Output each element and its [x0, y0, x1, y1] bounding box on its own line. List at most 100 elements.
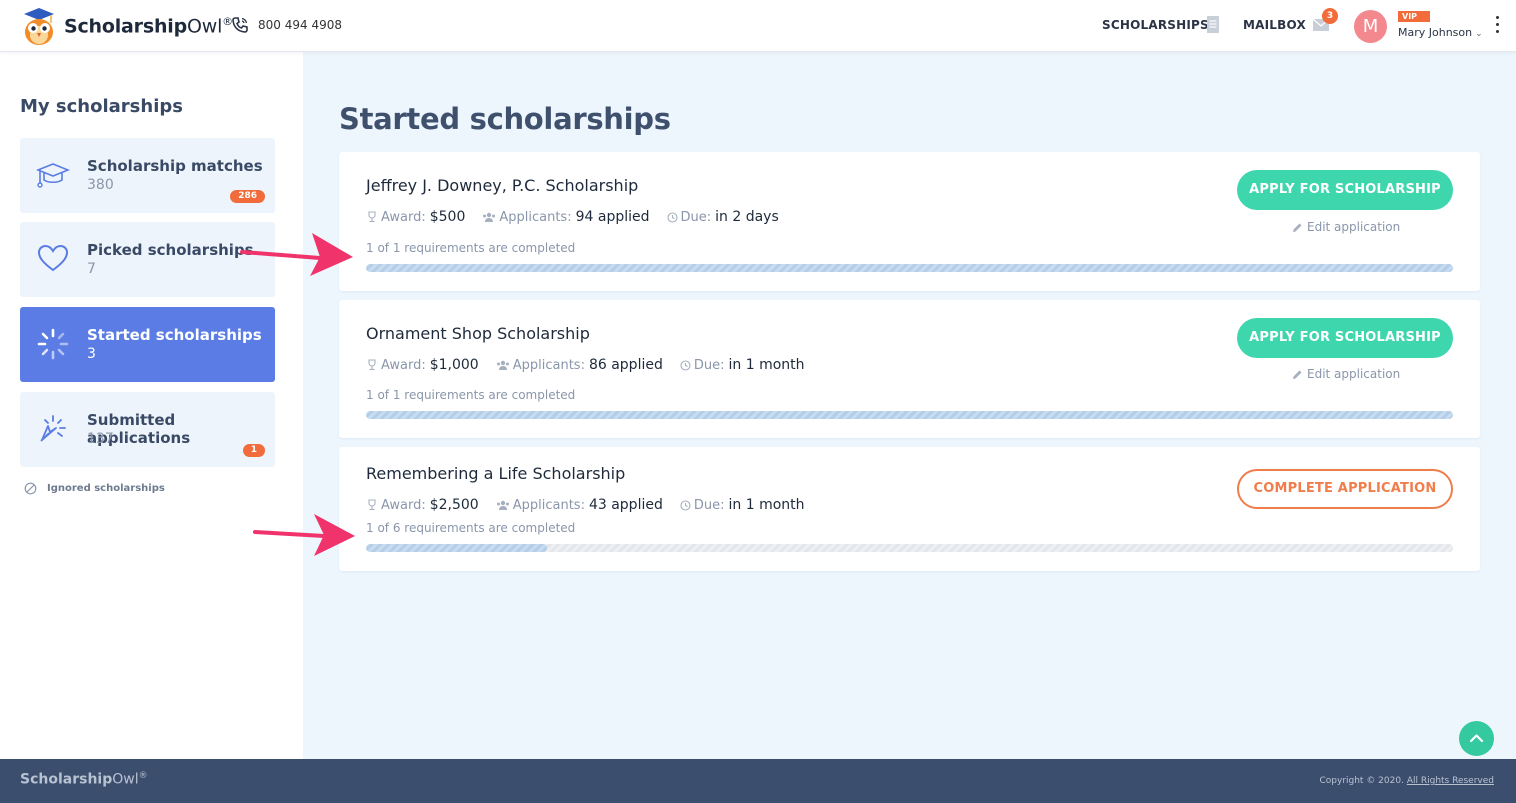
users-icon — [496, 500, 509, 510]
spinner-icon — [37, 328, 69, 360]
sidebar-title: My scholarships — [20, 96, 183, 117]
user-name: Mary Johnson — [1398, 26, 1473, 39]
heart-icon — [37, 244, 69, 272]
scholarship-meta: Award: $2,500 Applicants: 43 applied Due: i… — [366, 497, 822, 513]
footer: ScholarshipOwl® Copyright © 2020. All Ri… — [0, 759, 1516, 803]
due-value: in 1 month — [728, 497, 805, 513]
users-icon — [496, 360, 509, 370]
due-value: in 1 month — [728, 357, 805, 373]
applicants-value: 86 applied — [588, 357, 663, 373]
award-label: Award: — [381, 497, 426, 513]
due-label: Due: — [680, 209, 712, 225]
scholarship-card: Jeffrey J. Downey, P.C. Scholarship Awar… — [339, 152, 1480, 291]
due-label: Due: — [693, 357, 725, 373]
vip-badge: VIP — [1398, 11, 1430, 22]
award-value: $1,000 — [429, 357, 479, 373]
mail-count-badge: 3 — [1322, 8, 1338, 24]
submitted-badge: 1 — [242, 444, 265, 457]
award-value: $2,500 — [429, 497, 479, 513]
sidebar-item-started-scholarships[interactable]: Started scholarships 3 — [20, 307, 275, 382]
due-value: in 2 days — [715, 209, 779, 225]
apply-for-scholarship-button[interactable]: APPLY FOR SCHOLARSHIP — [1237, 318, 1453, 358]
requirements-status: 1 of 6 requirements are completed — [366, 521, 576, 535]
progress-fill — [366, 264, 1453, 272]
users-icon — [483, 212, 496, 222]
phone-text: 800 494 4908 — [258, 18, 342, 32]
progress-fill — [366, 544, 548, 552]
scroll-to-top-button[interactable] — [1459, 721, 1494, 756]
trophy-icon — [368, 359, 376, 371]
annotation-arrow — [240, 233, 353, 276]
scholarship-card: Remembering a Life Scholarship Award: $2,… — [339, 447, 1480, 571]
sidebar-item-count: 3 — [87, 346, 96, 362]
clock-icon — [680, 359, 691, 371]
sidebar-item-scholarship-matches[interactable]: Scholarship matches 380 286 — [20, 138, 275, 213]
sidebar-item-label: Submitted applications — [87, 411, 191, 447]
user-menu[interactable]: Mary Johnson ⌄ — [1398, 26, 1483, 39]
sidebar-item-count: 137 — [87, 431, 114, 447]
apply-for-scholarship-button[interactable]: APPLY FOR SCHOLARSHIP — [1237, 170, 1453, 210]
scholarship-name[interactable]: Jeffrey J. Downey, P.C. Scholarship — [366, 176, 638, 195]
phone-icon — [232, 17, 248, 33]
brand-wordmark: ScholarshipOwl® — [64, 14, 233, 38]
chevron-up-icon — [1469, 734, 1484, 743]
sidebar-item-label: Started scholarships — [87, 326, 262, 344]
scholarship-name[interactable]: Remembering a Life Scholarship — [366, 464, 625, 483]
nav-scholarships-link[interactable]: SCHOLARSHIPS — [1102, 18, 1209, 32]
sidebar: My scholarships Scholarship matches 380 … — [0, 52, 303, 759]
brand-logo[interactable]: ScholarshipOwl® — [20, 6, 233, 46]
page-title: Started scholarships — [339, 102, 671, 136]
sidebar-item-count: 380 — [87, 177, 114, 193]
pencil-icon — [1293, 370, 1302, 379]
applicants-label: Applicants: — [499, 209, 572, 225]
scholarship-meta: Award: $1,000 Applicants: 86 applied Due: i… — [366, 357, 822, 373]
nav-mailbox-link[interactable]: MAILBOX — [1243, 18, 1306, 32]
clock-icon — [680, 499, 691, 511]
sidebar-item-submitted-applications[interactable]: Submitted applications 137 1 — [20, 392, 275, 467]
applicants-label: Applicants: — [512, 357, 585, 373]
scholarship-meta: Award: $500 Applicants: 94 applied Due: in … — [366, 209, 796, 225]
scholarship-name[interactable]: Ornament Shop Scholarship — [366, 324, 590, 343]
award-label: Award: — [381, 357, 426, 373]
top-header: ScholarshipOwl® 800 494 4908 SCHOLARSHIP… — [0, 0, 1516, 52]
complete-application-button[interactable]: COMPLETE APPLICATION — [1237, 469, 1453, 509]
requirements-progress-bar — [366, 411, 1453, 419]
clock-icon — [666, 211, 678, 223]
ignored-scholarships-link[interactable]: Ignored scholarships — [24, 482, 165, 495]
award-value: $500 — [429, 209, 466, 225]
applicants-value: 94 applied — [575, 209, 650, 225]
avatar[interactable]: M — [1354, 10, 1387, 43]
pencil-icon — [1293, 223, 1302, 232]
due-label: Due: — [693, 497, 725, 513]
edit-application-label: Edit application — [1307, 220, 1401, 234]
document-icon — [1207, 16, 1219, 33]
graduation-cap-icon — [36, 163, 70, 188]
progress-fill — [366, 411, 1453, 419]
phone-number[interactable]: 800 494 4908 — [231, 16, 342, 34]
requirements-status: 1 of 1 requirements are completed — [366, 241, 576, 255]
ban-icon — [24, 482, 37, 495]
annotation-arrow — [253, 514, 355, 556]
cursor-click-icon — [40, 415, 66, 442]
award-label: Award: — [381, 209, 426, 225]
applicants-label: Applicants: — [512, 497, 585, 513]
chevron-down-icon: ⌄ — [1475, 29, 1483, 39]
footer-logo[interactable]: ScholarshipOwl® — [20, 771, 148, 788]
edit-application-link[interactable]: Edit application — [1292, 220, 1400, 234]
scholarship-card: Ornament Shop Scholarship Award: $1,000 A… — [339, 300, 1480, 438]
sidebar-item-label: Picked scholarships — [87, 241, 254, 259]
applicants-value: 43 applied — [588, 497, 663, 513]
requirements-progress-bar — [366, 264, 1453, 272]
edit-application-label: Edit application — [1307, 367, 1401, 381]
sidebar-item-count: 7 — [87, 261, 96, 277]
trophy-icon — [368, 211, 376, 223]
all-rights-reserved-link[interactable]: All Rights Reserved — [1407, 776, 1494, 786]
trophy-icon — [368, 499, 376, 511]
footer-copyright: Copyright © 2020. All Rights Reserved — [1319, 776, 1494, 786]
requirements-progress-bar — [366, 544, 1453, 552]
edit-application-link[interactable]: Edit application — [1292, 367, 1400, 381]
matches-badge: 286 — [230, 190, 265, 203]
owl-logo-icon — [24, 8, 54, 45]
sidebar-item-picked-scholarships[interactable]: Picked scholarships 7 — [20, 222, 275, 297]
more-menu-icon[interactable] — [1494, 16, 1500, 36]
